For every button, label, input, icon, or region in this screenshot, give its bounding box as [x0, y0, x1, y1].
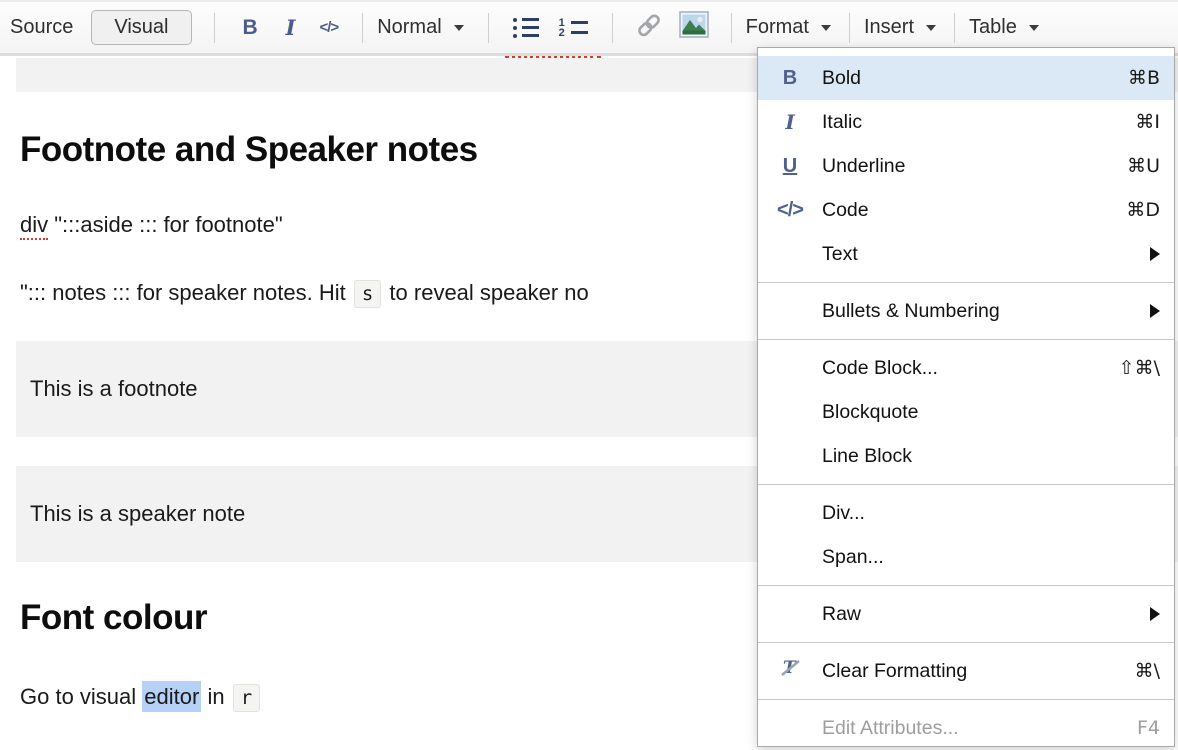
- format-dropdown-menu: B Bold ⌘B I Italic ⌘I U Underline ⌘U </>…: [757, 47, 1175, 747]
- image-icon: [679, 11, 709, 38]
- chevron-down-icon: [454, 25, 464, 31]
- shortcut: ⇧⌘\: [1119, 357, 1160, 379]
- menu-item-label: Underline: [822, 155, 1127, 178]
- table-menu-label: Table: [969, 16, 1017, 39]
- toolbar-divider: [731, 13, 732, 43]
- menu-item-bullets-numbering[interactable]: Bullets & Numbering: [758, 289, 1174, 333]
- menu-separator: [758, 585, 1174, 586]
- menu-item-label: Line Block: [822, 445, 1160, 468]
- callout-text: This is a footnote: [30, 376, 198, 402]
- shortcut: ⌘U: [1127, 155, 1160, 177]
- paragraph-style-dropdown[interactable]: Normal: [377, 16, 463, 39]
- menu-separator: [758, 642, 1174, 643]
- shortcut: ⌘B: [1128, 67, 1160, 89]
- image-button[interactable]: [679, 11, 709, 44]
- visual-mode-button[interactable]: Visual: [91, 10, 191, 45]
- toolbar-divider: [954, 13, 955, 43]
- numbered-list-icon: 1: [559, 19, 588, 27]
- source-mode-button[interactable]: Source: [10, 16, 73, 39]
- shortcut: ⌘D: [1126, 199, 1160, 221]
- underline-icon: U: [758, 155, 822, 178]
- format-menu-button[interactable]: Format: [746, 16, 831, 39]
- link-button[interactable]: [635, 12, 663, 44]
- menu-separator: [758, 484, 1174, 485]
- menu-item-underline[interactable]: U Underline ⌘U: [758, 144, 1174, 188]
- menu-item-span[interactable]: Span...: [758, 535, 1174, 579]
- bold-icon: B: [758, 67, 822, 90]
- heading-footnote-speaker-notes: Footnote and Speaker notes: [20, 130, 478, 170]
- paragraph-text: ":::aside ::: for footnote": [48, 212, 283, 237]
- menu-item-edit-attributes: Edit Attributes... F4: [758, 706, 1174, 750]
- toolbar-divider: [362, 13, 363, 43]
- menu-item-line-block[interactable]: Line Block: [758, 434, 1174, 478]
- misspelled-word: div: [20, 212, 48, 240]
- submenu-arrow-icon: [1150, 607, 1160, 621]
- submenu-arrow-icon: [1150, 247, 1160, 261]
- toolbar-divider: [849, 13, 850, 43]
- format-menu-label: Format: [746, 16, 809, 39]
- menu-item-code-block[interactable]: Code Block... ⇧⌘\: [758, 346, 1174, 390]
- menu-item-label: Span...: [822, 546, 1160, 569]
- code-icon: </>: [758, 199, 822, 222]
- chevron-down-icon: [926, 25, 936, 31]
- table-menu-button[interactable]: Table: [969, 16, 1039, 39]
- menu-item-label: Raw: [822, 603, 1150, 626]
- menu-item-label: Clear Formatting: [822, 660, 1135, 683]
- toolbar-divider: [488, 13, 489, 43]
- chevron-down-icon: [821, 25, 831, 31]
- inline-code-r: r: [233, 684, 260, 712]
- bullet-list-button[interactable]: [513, 18, 539, 38]
- menu-item-label: Bullets & Numbering: [822, 300, 1150, 323]
- paragraph-font-colour: Go to visual editor in r: [20, 684, 262, 710]
- heading-font-colour: Font colour: [20, 598, 207, 638]
- menu-item-label: Div...: [822, 502, 1160, 525]
- shortcut: ⌘\: [1135, 660, 1160, 682]
- paragraph-text: in: [201, 684, 230, 709]
- insert-menu-button[interactable]: Insert: [864, 16, 936, 39]
- paragraph-aside-syntax: div ":::aside ::: for footnote": [20, 212, 283, 238]
- paragraph-style-label: Normal: [377, 16, 441, 39]
- menu-item-label: Text: [822, 243, 1150, 266]
- menu-item-label: Bold: [822, 67, 1128, 90]
- link-icon: [635, 12, 663, 38]
- italic-icon: I: [758, 110, 822, 134]
- menu-item-label: Code: [822, 199, 1126, 222]
- menu-item-label: Italic: [822, 111, 1135, 134]
- menu-separator: [758, 282, 1174, 283]
- menu-item-label: Blockquote: [822, 401, 1160, 424]
- paragraph-text: Go to visual: [20, 684, 142, 709]
- shortcut: ⌘I: [1135, 111, 1160, 133]
- menu-item-bold[interactable]: B Bold ⌘B: [758, 56, 1174, 100]
- menu-item-italic[interactable]: I Italic ⌘I: [758, 100, 1174, 144]
- menu-item-label: Edit Attributes...: [822, 717, 1137, 740]
- bold-button[interactable]: B: [243, 16, 258, 40]
- paragraph-notes-syntax: "::: notes ::: for speaker notes. Hit s …: [20, 280, 589, 306]
- callout-text: This is a speaker note: [30, 501, 245, 527]
- menu-item-clear-formatting[interactable]: T Clear Formatting ⌘\: [758, 649, 1174, 693]
- menu-item-blockquote[interactable]: Blockquote: [758, 390, 1174, 434]
- inline-code-s: s: [354, 280, 381, 308]
- toolbar-divider: [612, 13, 613, 43]
- submenu-arrow-icon: [1150, 304, 1160, 318]
- menu-item-label: Code Block...: [822, 357, 1119, 380]
- selected-text: editor: [142, 681, 201, 712]
- toolbar-divider: [214, 13, 215, 43]
- shortcut: F4: [1137, 717, 1160, 739]
- menu-separator: [758, 339, 1174, 340]
- clear-formatting-icon: T: [779, 658, 801, 678]
- italic-button[interactable]: I: [286, 15, 296, 40]
- paragraph-text: "::: notes ::: for speaker notes. Hit: [20, 280, 352, 305]
- chevron-down-icon: [1029, 25, 1039, 31]
- menu-item-text[interactable]: Text: [758, 232, 1174, 276]
- code-button[interactable]: </>: [320, 19, 339, 36]
- menu-item-div[interactable]: Div...: [758, 491, 1174, 535]
- menu-separator: [758, 699, 1174, 700]
- bullet-list-icon: [513, 18, 539, 22]
- insert-menu-label: Insert: [864, 16, 914, 39]
- numbered-list-button[interactable]: 1 2: [559, 19, 588, 37]
- menu-item-code[interactable]: </> Code ⌘D: [758, 188, 1174, 232]
- paragraph-text: to reveal speaker no: [383, 280, 588, 305]
- menu-item-raw[interactable]: Raw: [758, 592, 1174, 636]
